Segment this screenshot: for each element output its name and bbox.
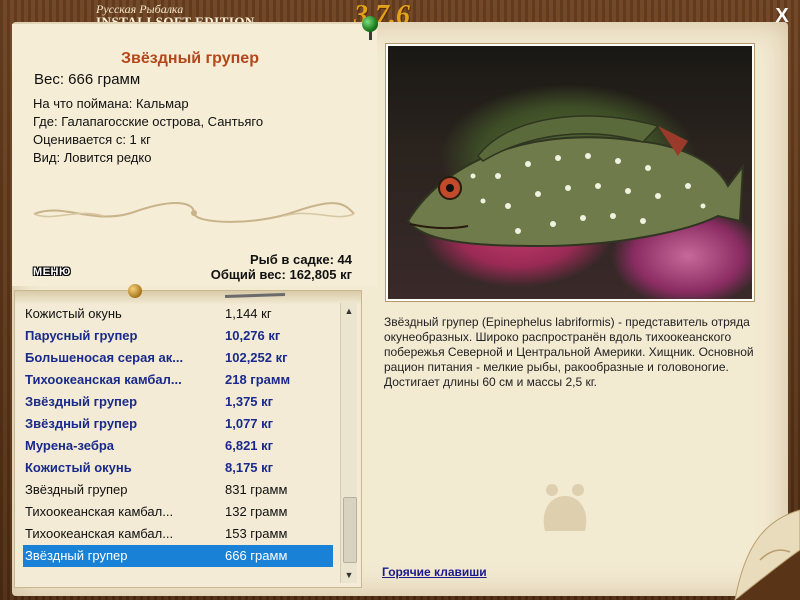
list-item[interactable]: Мурена-зебра 6,821 кг [23,435,333,457]
knot-icon [128,284,142,298]
list-item-name: Тихоокеанская камбал... [25,526,174,541]
list-item[interactable]: Кожистый окунь 8,175 кг [23,457,333,479]
cage-total-weight: Общий вес: 162,805 кг [210,267,352,282]
list-item-weight: 102,252 кг [225,350,288,365]
list-item[interactable]: Парусный групер 10,276 кг [23,325,333,347]
hotkeys-link[interactable]: Горячие клавиши [382,565,487,579]
page-curl-icon [734,509,800,600]
list-item[interactable]: Кожистый окунь 1,144 кг [23,303,333,325]
fish-location: Где: Галапагосские острова, Сантьяго [33,114,264,129]
fish-details: На что поймана: Кальмар Где: Галапагосск… [33,95,263,167]
list-item-weight: 153 грамм [225,526,288,541]
list-item[interactable]: Звёздный групер 1,077 кг [23,413,333,435]
list-item-name: Кожистый окунь [25,306,122,321]
fish-name: Звёздный групер [121,50,259,67]
list-item-weight: 666 грамм [225,548,288,563]
list-item-weight: 1,144 кг [225,306,272,321]
list-item-weight: 1,375 кг [225,394,274,409]
list-item-weight: 8,175 кг [225,460,274,475]
list-item-weight: 6,821 кг [225,438,274,453]
fish-photo [386,44,754,301]
fish-watermark-icon [530,484,600,531]
list-item[interactable]: Тихоокеанская камбал... 218 грамм [23,369,333,391]
list-item-name: Мурена-зебра [25,438,115,453]
list-item-weight: 1,077 кг [225,416,274,431]
fish-description: Звёздный групер (Epinephelus labriformis… [384,315,754,389]
list-item-name: Звёздный групер [25,394,138,409]
list-item-name: Большеносая серая ак... [25,350,184,365]
list-item-name: Кожистый окунь [25,460,132,475]
fish-caught-with: На что поймана: Кальмар [33,96,189,111]
catch-list: Кожистый окунь 1,144 кг Парусный групер 10,… [23,303,333,567]
list-item-weight: 218 грамм [225,372,291,387]
list-item-name: Звёздный групер [25,482,128,497]
list-item[interactable]: Тихоокеанская камбал... 153 грамм [23,523,333,545]
scroll-up-icon[interactable]: ▲ [341,303,357,319]
list-item[interactable]: Звёздный групер 1,375 кг [23,391,333,413]
list-item[interactable]: Тихоокеанская камбал... 132 грамм [23,501,333,523]
cage-count: Рыб в садке: 44 [249,252,352,267]
list-item-name: Парусный групер [25,328,138,343]
ornament-divider [33,202,355,223]
fish-weight: Вес: 666 грамм [34,71,141,88]
list-item[interactable]: Большеносая серая ак... 102,252 кг [23,347,333,369]
list-item-name: Тихоокеанская камбал... [25,504,174,519]
list-item-name: Звёздный групер [25,548,128,563]
list-item-weight: 10,276 кг [225,328,281,343]
fish-kind: Вид: Ловится редко [33,150,152,165]
pin-icon [362,16,378,32]
list-item-weight: 132 грамм [225,504,288,519]
list-scrollbar[interactable]: ▲ ▼ [340,303,357,583]
menu-button[interactable]: МЕНЮ [33,266,71,278]
list-item-name: Тихоокеанская камбал... [25,372,182,387]
catch-list-panel: Кожистый окунь 1,144 кг Парусный групер 10,… [14,290,362,588]
list-item[interactable]: Звёздный групер 666 грамм [23,545,333,567]
list-item-name: Звёздный групер [25,416,138,431]
scroll-down-icon[interactable]: ▼ [341,567,357,583]
grouper-illustration [406,115,745,248]
list-item-weight: 831 грамм [225,482,288,497]
cage-summary: Рыб в садке: 44 Общий вес: 162,805 кг [211,252,352,282]
list-item[interactable]: Звёздный групер 831 грамм [23,479,333,501]
scroll-thumb[interactable] [343,497,357,563]
fish-rated-from: Оценивается с: 1 кг [33,132,151,147]
